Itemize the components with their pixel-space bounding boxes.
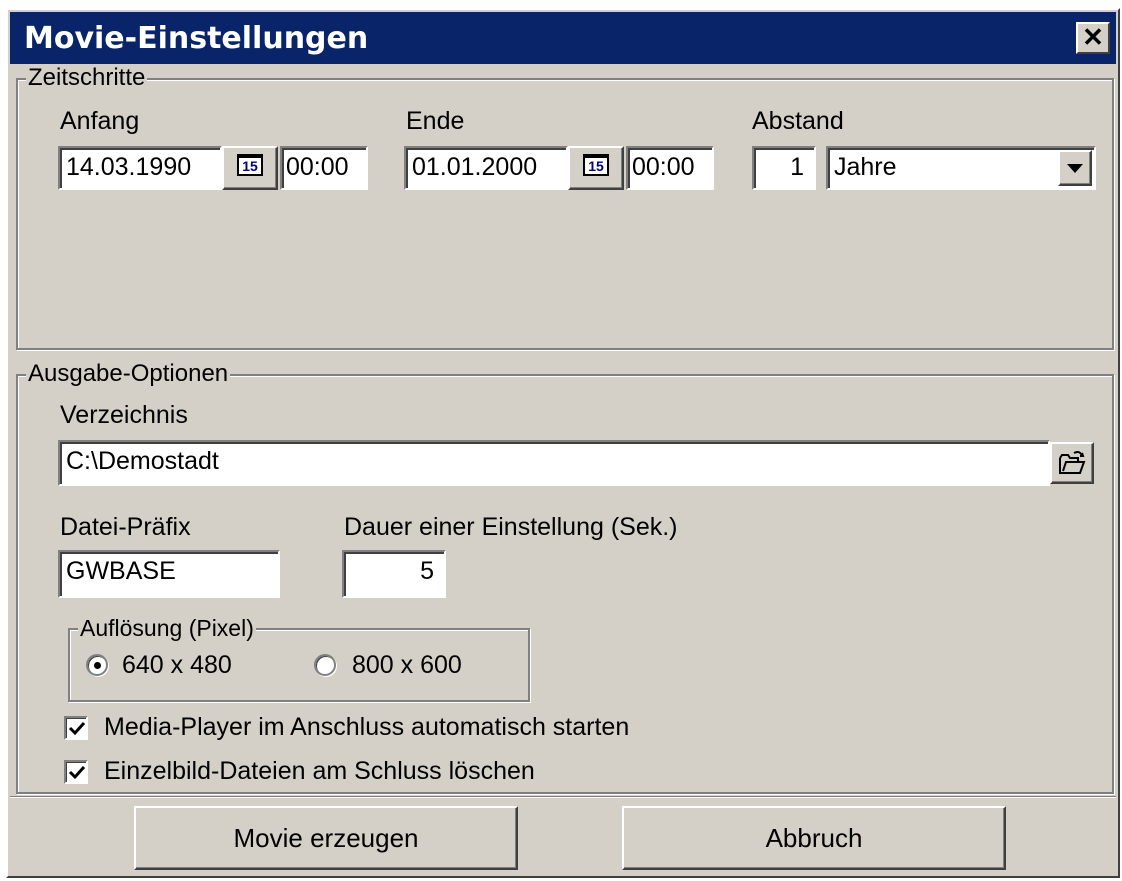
window-title: Movie-Einstellungen (24, 21, 369, 56)
create-movie-button[interactable]: Movie erzeugen (134, 806, 518, 870)
ende-calendar-button[interactable]: 15 (568, 146, 624, 190)
ende-time-field[interactable]: 00:00 (626, 146, 714, 190)
movie-settings-dialog: Movie-Einstellungen ✕ Zeitschritte Anfan… (6, 8, 1120, 878)
zeitschritte-group: Zeitschritte Anfang 14.03.1990 15 00:00 … (16, 64, 1114, 350)
footer-separator (10, 796, 1116, 798)
aufloesung-group-label: Auflösung (Pixel) (78, 614, 256, 642)
dauer-label: Dauer einer Einstellung (Sek.) (344, 513, 678, 541)
checkbox-media-player-label[interactable]: Media-Player im Anschluss automatisch st… (104, 712, 629, 742)
folder-open-icon (1058, 450, 1086, 481)
aufloesung-group: Auflösung (Pixel) 640 x 480 800 x 600 (68, 614, 530, 702)
calendar-icon: 15 (583, 154, 609, 176)
ende-label: Ende (406, 107, 465, 135)
anfang-time-field[interactable]: 00:00 (280, 146, 368, 190)
anfang-label: Anfang (60, 107, 140, 135)
abstand-label: Abstand (752, 107, 844, 135)
zeitschritte-group-label: Zeitschritte (26, 64, 148, 92)
ausgabe-group-label: Ausgabe-Optionen (26, 360, 231, 388)
checkmark-icon (68, 765, 86, 780)
anfang-calendar-button[interactable]: 15 (222, 146, 278, 190)
radio-640x480-label[interactable]: 640 x 480 (122, 650, 232, 680)
chevron-down-icon (1067, 164, 1083, 173)
abstand-unit-select[interactable]: Jahre (826, 146, 1096, 190)
ausgabe-optionen-group: Ausgabe-Optionen Verzeichnis C:\Demostad… (16, 360, 1114, 794)
abstand-value-field[interactable]: 1 (752, 146, 816, 190)
checkbox-delete-frames-label[interactable]: Einzelbild-Dateien am Schluss löschen (104, 756, 535, 786)
radio-800x600-label[interactable]: 800 x 600 (352, 650, 462, 680)
cancel-button[interactable]: Abbruch (622, 806, 1006, 870)
close-icon: ✕ (1082, 22, 1104, 52)
dauer-field[interactable]: 5 (342, 550, 446, 598)
abstand-unit-value: Jahre (834, 153, 897, 181)
verzeichnis-label: Verzeichnis (60, 401, 188, 429)
browse-folder-button[interactable] (1050, 442, 1094, 484)
abstand-dropdown-button[interactable] (1058, 150, 1092, 186)
prefix-field[interactable]: GWBASE (58, 550, 280, 598)
radio-selected-dot (94, 662, 101, 669)
verzeichnis-field[interactable]: C:\Demostadt (58, 440, 1050, 486)
ende-date-field[interactable]: 01.01.2000 (404, 146, 568, 190)
checkmark-icon (68, 721, 86, 736)
checkbox-media-player[interactable] (64, 716, 88, 740)
calendar-icon: 15 (237, 154, 263, 176)
radio-640x480[interactable] (86, 654, 108, 676)
checkbox-delete-frames[interactable] (64, 760, 88, 784)
close-button[interactable]: ✕ (1076, 22, 1110, 54)
radio-800x600[interactable] (314, 654, 336, 676)
title-bar: Movie-Einstellungen ✕ (10, 12, 1116, 64)
prefix-label: Datei-Präfix (60, 513, 191, 541)
anfang-date-field[interactable]: 14.03.1990 (58, 146, 222, 190)
